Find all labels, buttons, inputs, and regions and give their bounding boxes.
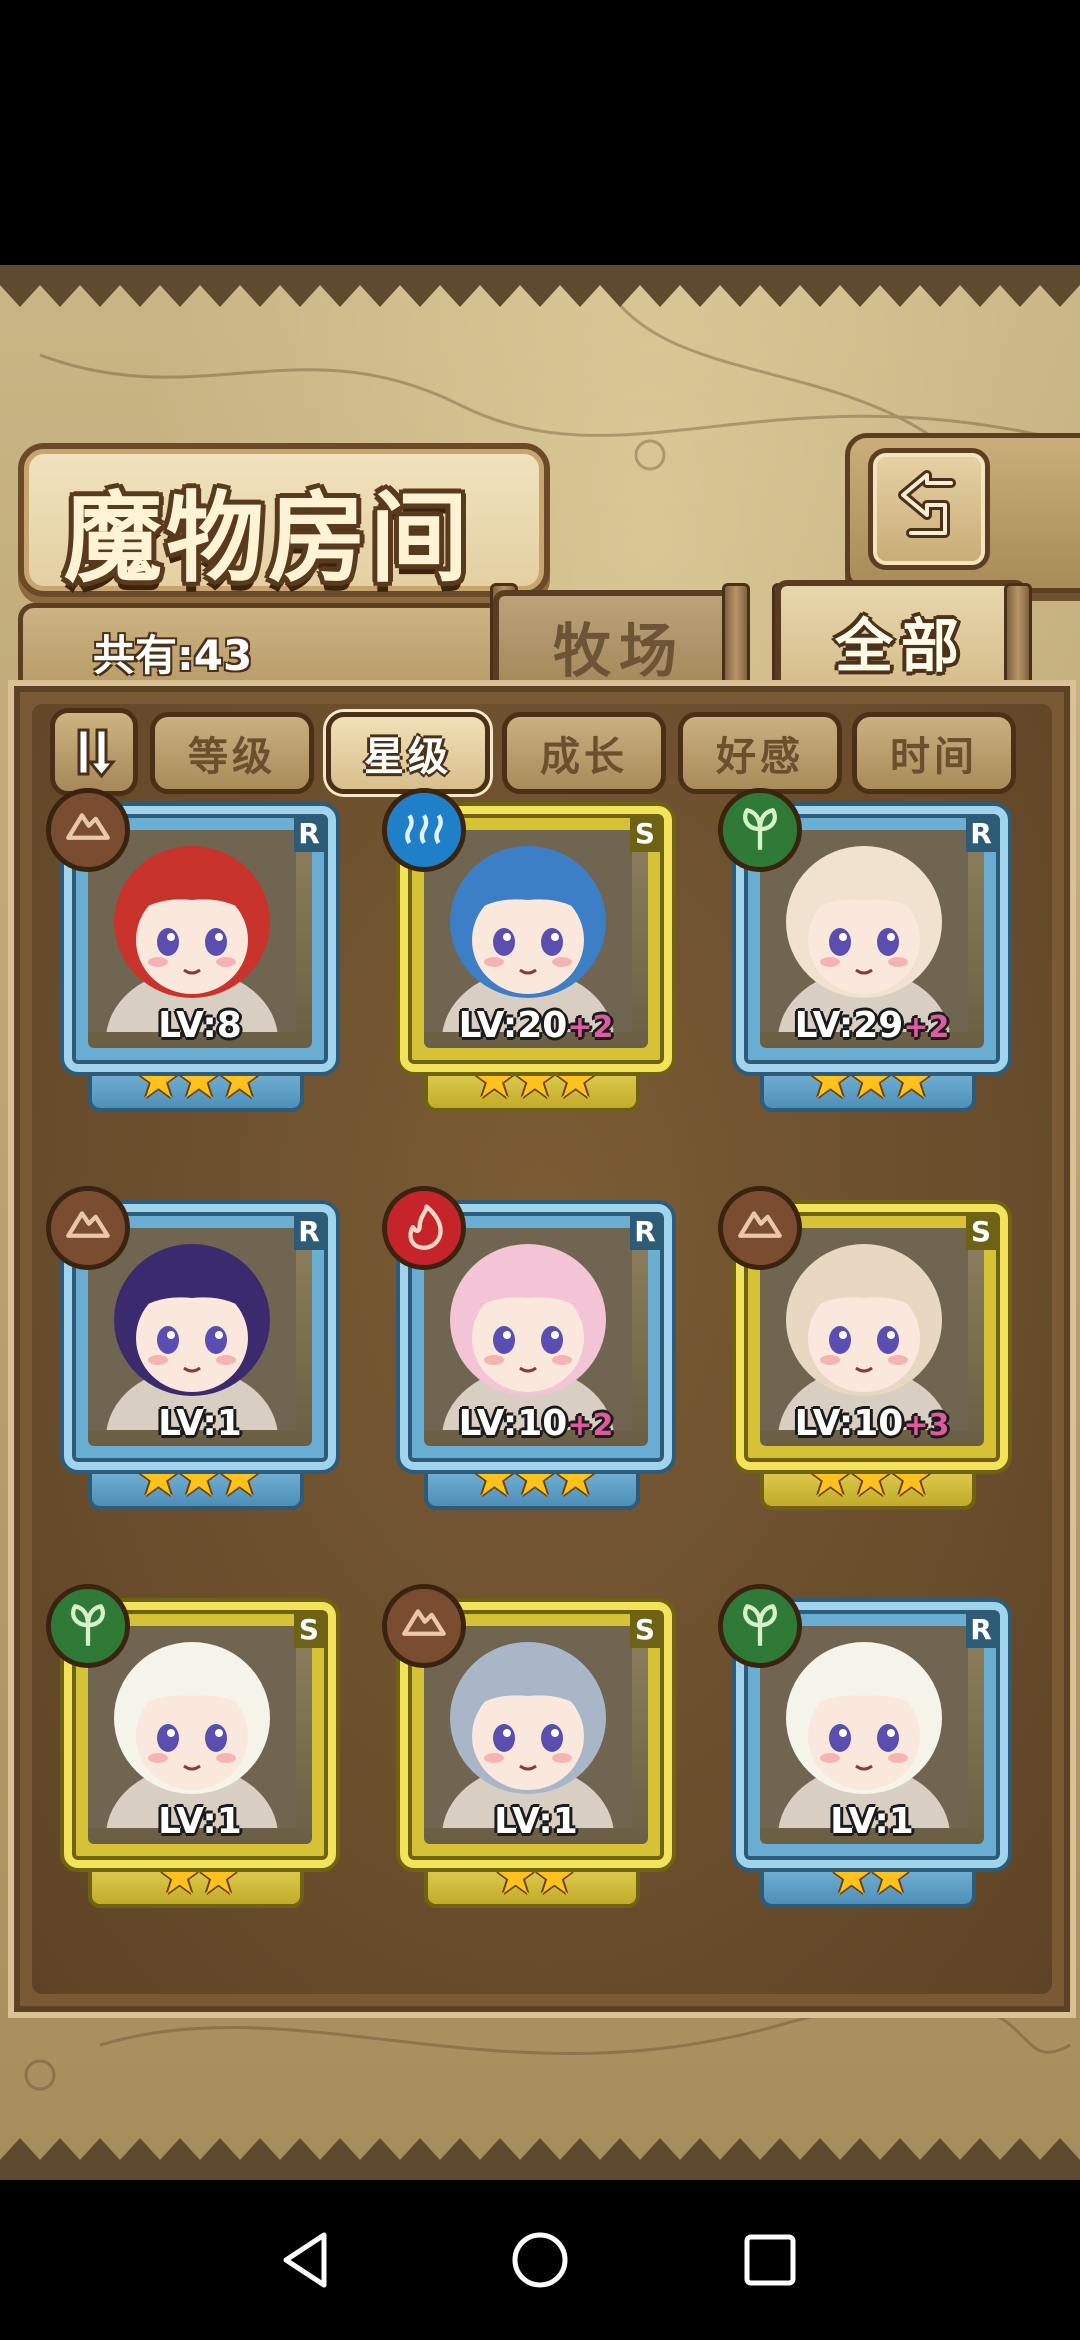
sort-order-icon xyxy=(77,728,117,779)
rarity-badge: S xyxy=(294,1612,324,1648)
chibi-character-image xyxy=(424,830,632,1048)
monster-portrait: LV:20+2 xyxy=(424,830,648,1048)
sort-by-time-label: 时间 xyxy=(890,733,978,780)
monster-level: LV:20+2 xyxy=(424,1005,648,1046)
tab-all-label: 全部 xyxy=(834,612,967,680)
page-title: 魔物房间 xyxy=(64,481,473,596)
monster-level: LV:1 xyxy=(760,1801,984,1842)
sort-by-level[interactable]: 等级 xyxy=(150,712,314,794)
chibi-character-image xyxy=(760,830,968,1048)
sort-order-toggle[interactable] xyxy=(50,708,138,796)
earth-element-icon xyxy=(382,1584,466,1668)
wood-element-icon xyxy=(718,1584,802,1668)
monster-card[interactable]: ★★★ LV:10+2 R xyxy=(382,1186,672,1518)
monster-card[interactable]: ★★★ LV:29+2 R xyxy=(718,788,1008,1120)
chibi-character-image xyxy=(424,1228,632,1446)
rarity-badge: R xyxy=(966,1612,996,1648)
sort-by-stars[interactable]: 星级 xyxy=(326,712,490,794)
water-element-icon xyxy=(382,788,466,872)
circle-home-icon[interactable] xyxy=(505,2225,575,2295)
chibi-character-image xyxy=(88,830,296,1048)
return-arrow-icon xyxy=(898,470,956,538)
level-bonus: +2 xyxy=(567,1408,614,1443)
collection-count: 共有:43 xyxy=(93,631,253,680)
zigzag-border-bottom xyxy=(0,2138,1080,2180)
monster-level: LV:10+2 xyxy=(424,1403,648,1444)
level-bonus: +3 xyxy=(903,1408,950,1443)
monster-card[interactable]: ★★★ LV:8 R xyxy=(46,788,336,1120)
wood-element-icon xyxy=(46,1584,130,1668)
chibi-character-image xyxy=(760,1626,968,1844)
sort-by-level-label: 等级 xyxy=(188,733,276,780)
level-value: LV:29 xyxy=(794,1005,904,1046)
monster-card[interactable]: ★★★ LV:10+3 S xyxy=(718,1186,1008,1518)
monster-level: LV:29+2 xyxy=(760,1005,984,1046)
earth-element-icon xyxy=(46,1186,130,1270)
monster-portrait: LV:29+2 xyxy=(760,830,984,1048)
monster-portrait: LV:10+3 xyxy=(760,1228,984,1446)
tab-all[interactable]: 全部 xyxy=(775,580,1027,696)
rarity-badge: R xyxy=(630,1214,660,1250)
monster-card[interactable]: ★★ LV:1 S xyxy=(382,1584,672,1916)
level-bonus: +2 xyxy=(903,1010,950,1045)
chibi-character-image xyxy=(760,1228,968,1446)
chibi-character-image xyxy=(424,1626,632,1844)
rarity-badge: S xyxy=(630,816,660,852)
monster-portrait: LV:1 xyxy=(424,1626,648,1844)
monster-card[interactable]: ★★ LV:1 S xyxy=(46,1584,336,1916)
sort-by-growth-label: 成长 xyxy=(540,733,628,780)
system-navigation-bar xyxy=(0,2180,1080,2340)
level-value: LV:10 xyxy=(458,1403,568,1444)
monster-card[interactable]: ★★★ LV:20+2 S xyxy=(382,788,672,1120)
monster-level: LV:1 xyxy=(88,1801,312,1842)
monster-portrait: LV:1 xyxy=(760,1626,984,1844)
level-value: LV:20 xyxy=(458,1005,568,1046)
rarity-badge: R xyxy=(966,816,996,852)
level-value: LV:8 xyxy=(158,1005,242,1046)
sort-by-affection[interactable]: 好感 xyxy=(678,712,842,794)
level-value: LV:1 xyxy=(494,1801,578,1842)
monster-portrait: LV:1 xyxy=(88,1626,312,1844)
rarity-badge: R xyxy=(294,816,324,852)
rarity-badge: S xyxy=(630,1612,660,1648)
title-banner: 魔物房间 xyxy=(18,443,550,597)
rarity-badge: S xyxy=(966,1214,996,1250)
monster-card[interactable]: ★★ LV:1 R xyxy=(718,1584,1008,1916)
sort-by-time[interactable]: 时间 xyxy=(852,712,1016,794)
back-button-holder xyxy=(845,433,1080,593)
monster-level: LV:10+3 xyxy=(760,1403,984,1444)
earth-element-icon xyxy=(46,788,130,872)
monster-portrait: LV:10+2 xyxy=(424,1228,648,1446)
sort-by-affection-label: 好感 xyxy=(716,733,804,780)
level-value: LV:1 xyxy=(158,1801,242,1842)
level-value: LV:1 xyxy=(158,1403,242,1444)
back-button[interactable] xyxy=(868,448,990,570)
monster-card[interactable]: ★★★ LV:1 R xyxy=(46,1186,336,1518)
monster-portrait: LV:1 xyxy=(88,1228,312,1446)
wood-element-icon xyxy=(718,788,802,872)
tab-ranch-label: 牧场 xyxy=(552,617,685,685)
sort-by-growth[interactable]: 成长 xyxy=(502,712,666,794)
fire-element-icon xyxy=(382,1186,466,1270)
square-recents-icon[interactable] xyxy=(735,2225,805,2295)
earth-element-icon xyxy=(718,1186,802,1270)
triangle-back-icon[interactable] xyxy=(270,2225,340,2295)
monster-level: LV:1 xyxy=(424,1801,648,1842)
rarity-badge: R xyxy=(294,1214,324,1250)
monster-level: LV:1 xyxy=(88,1403,312,1444)
monster-level: LV:8 xyxy=(88,1005,312,1046)
sort-by-stars-label: 星级 xyxy=(364,733,452,780)
chibi-character-image xyxy=(88,1228,296,1446)
level-bonus: +2 xyxy=(567,1010,614,1045)
level-value: LV:10 xyxy=(794,1403,904,1444)
chibi-character-image xyxy=(88,1626,296,1844)
monster-portrait: LV:8 xyxy=(88,830,312,1048)
level-value: LV:1 xyxy=(830,1801,914,1842)
